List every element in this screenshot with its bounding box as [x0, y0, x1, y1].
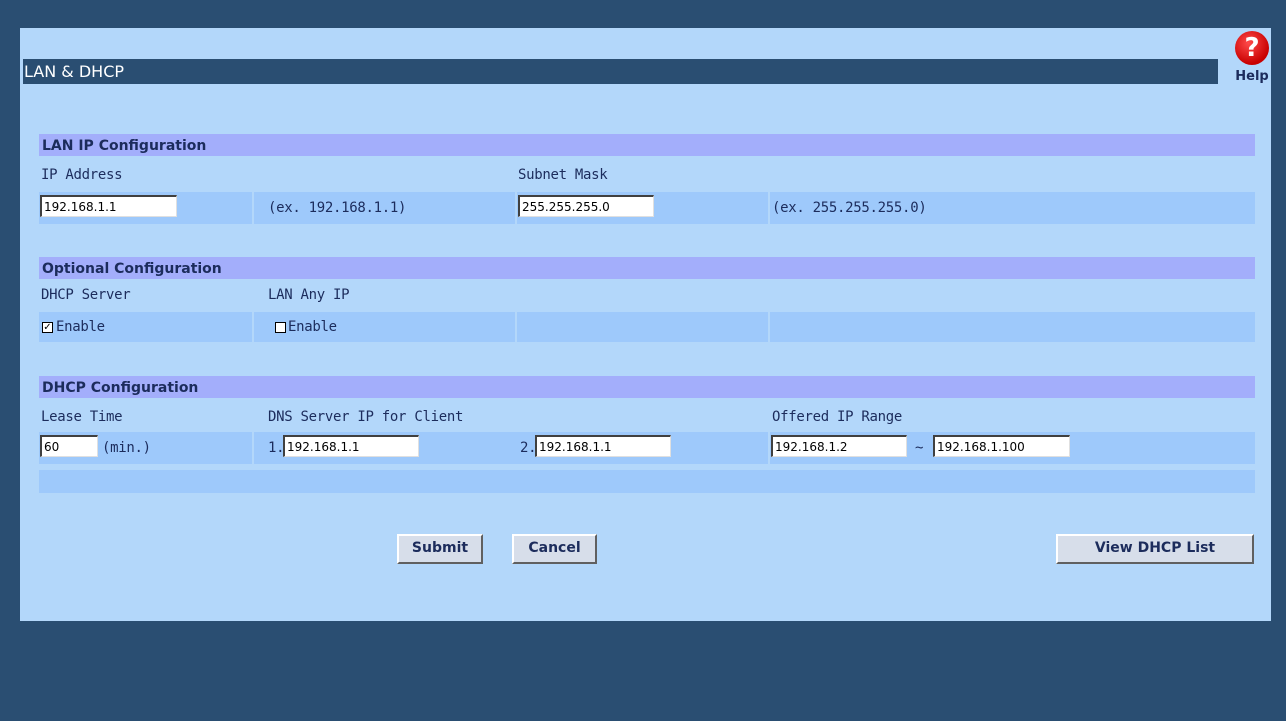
help-icon[interactable]: ? [1235, 31, 1269, 65]
range-end-input[interactable] [933, 435, 1070, 457]
dns1-prefix: 1. [268, 440, 285, 456]
dns2-input[interactable] [535, 435, 671, 457]
optional-section-header: Optional Configuration [39, 257, 1255, 279]
page-title: LAN & DHCP [23, 59, 1218, 84]
view-dhcp-list-button[interactable]: View DHCP List [1056, 534, 1254, 564]
help-button[interactable]: ? Help [1232, 31, 1272, 111]
submit-button[interactable]: Submit [397, 534, 483, 564]
dhcp-server-enable-label: Enable [56, 319, 105, 335]
cancel-button[interactable]: Cancel [512, 534, 597, 564]
dns-server-label: DNS Server IP for Client [268, 409, 464, 425]
subnet-mask-input[interactable] [518, 195, 654, 217]
subnet-mask-label: Subnet Mask [518, 167, 608, 183]
optional-row [39, 312, 1255, 342]
dhcp-section-header: DHCP Configuration [39, 376, 1255, 398]
ip-address-input[interactable] [40, 195, 177, 217]
range-start-input[interactable] [771, 435, 907, 457]
dns1-input[interactable] [283, 435, 419, 457]
dhcp-server-checkbox[interactable]: ✓ [42, 322, 53, 333]
main-panel: LAN & DHCP ? Help LAN IP Configuration I… [20, 28, 1271, 621]
dhcp-empty-row [39, 470, 1255, 493]
subnet-mask-example: (ex. 255.255.255.0) [772, 200, 927, 216]
lease-time-input[interactable] [40, 435, 98, 457]
lease-time-unit: (min.) [102, 440, 151, 456]
ip-address-example: (ex. 192.168.1.1) [268, 200, 407, 216]
offered-ip-range-label: Offered IP Range [772, 409, 903, 425]
lan-ip-section-header: LAN IP Configuration [39, 134, 1255, 156]
dns2-prefix: 2. [520, 440, 537, 456]
range-separator: ~ [915, 440, 924, 456]
lease-time-label: Lease Time [41, 409, 123, 425]
lan-any-ip-label: LAN Any IP [268, 287, 350, 303]
lan-any-ip-checkbox[interactable] [275, 322, 286, 333]
dhcp-server-label: DHCP Server [41, 287, 131, 303]
lan-any-ip-enable-label: Enable [288, 319, 337, 335]
ip-address-label: IP Address [41, 167, 123, 183]
help-label[interactable]: Help [1232, 69, 1272, 84]
